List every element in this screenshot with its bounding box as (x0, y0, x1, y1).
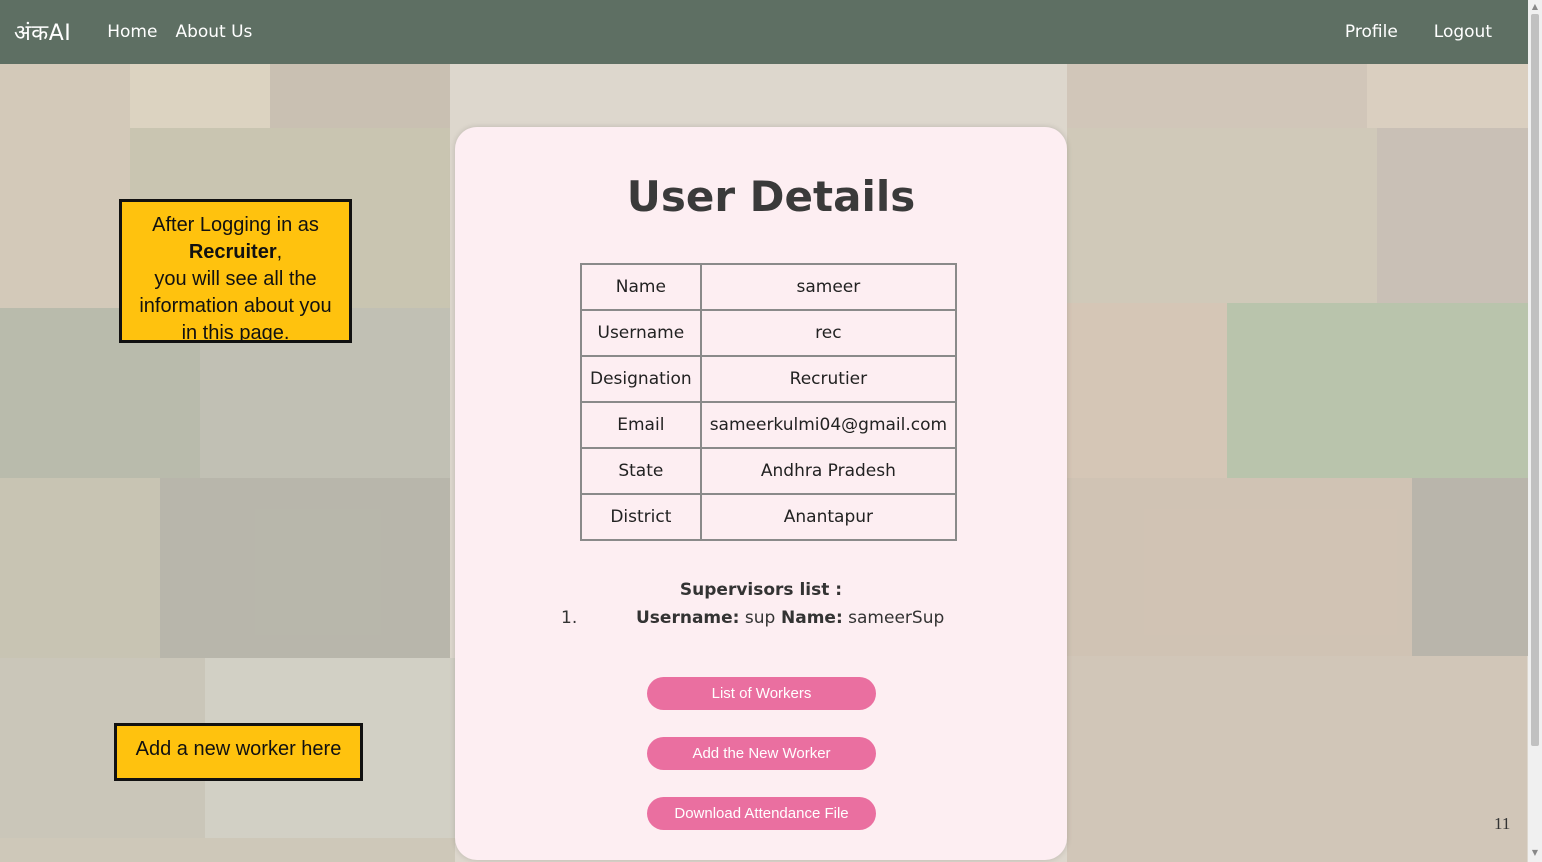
supervisor-username-label: Username: (636, 608, 740, 628)
table-row: Name sameer (580, 263, 958, 311)
annotation-add-worker: Add a new worker here (114, 723, 363, 781)
supervisors-list-title: Supervisors list : (679, 580, 843, 600)
table-row: State Andhra Pradesh (580, 447, 958, 495)
field-value: sameer (699, 263, 958, 311)
supervisor-number: 1. (561, 608, 578, 628)
supervisor-username-value: sup (744, 608, 776, 628)
nav-right: Profile Logout (1345, 22, 1492, 42)
field-value: sameerkulmi04@gmail.com (699, 401, 958, 449)
page-scrollbar[interactable]: ▲ ▼ (1528, 0, 1542, 862)
supervisor-username: Username: sup (636, 608, 775, 628)
annotation-line: you will see all the (154, 268, 317, 290)
nav-profile-link[interactable]: Profile (1345, 22, 1398, 42)
field-value: rec (699, 309, 958, 357)
annotation-recruiter-info: After Logging in as Recruiter, you will … (119, 199, 352, 344)
nav-left: Home About Us (107, 22, 252, 42)
field-value: Anantapur (699, 493, 958, 541)
annotation-bold-role: Recruiter (188, 241, 277, 263)
nav-logout-link[interactable]: Logout (1434, 22, 1492, 42)
table-row: Username rec (580, 309, 958, 357)
slide-number: 11 (1494, 814, 1511, 833)
table-row: Designation Recrutier (580, 355, 958, 403)
supervisor-name-value: sameerSup (848, 608, 945, 628)
scroll-thumb[interactable] (1531, 14, 1539, 746)
annotation-line: information about you (139, 295, 332, 317)
user-details-table: Name sameer Username rec Designation Rec… (580, 263, 958, 541)
field-value: Andhra Pradesh (699, 447, 958, 495)
nav-home-link[interactable]: Home (107, 22, 157, 42)
annotation-line: After Logging in as (152, 214, 319, 236)
field-label: State (580, 447, 702, 495)
scroll-down-icon[interactable]: ▼ (1530, 848, 1540, 858)
table-row: District Anantapur (580, 493, 958, 541)
field-value: Recrutier (699, 355, 958, 403)
nav-about-link[interactable]: About Us (175, 22, 252, 42)
annotation-comma: , (276, 241, 283, 263)
list-workers-button[interactable]: List of Workers (647, 677, 876, 710)
download-attendance-button[interactable]: Download Attendance File (647, 797, 876, 830)
field-label: Designation (580, 355, 702, 403)
brand-logo[interactable]: अंकAI (14, 17, 71, 47)
field-label: Name (580, 263, 702, 311)
field-label: Username (580, 309, 702, 357)
field-label: Email (580, 401, 702, 449)
field-label: District (580, 493, 702, 541)
table-row: Email sameerkulmi04@gmail.com (580, 401, 958, 449)
navbar: अंकAI Home About Us Profile Logout (0, 0, 1528, 64)
add-new-worker-button[interactable]: Add the New Worker (647, 737, 876, 770)
supervisor-name-label: Name: (781, 608, 843, 628)
supervisor-name: Name: sameerSup (781, 608, 944, 628)
scroll-up-icon[interactable]: ▲ (1530, 2, 1540, 12)
annotation-line: in this page. (181, 322, 290, 344)
